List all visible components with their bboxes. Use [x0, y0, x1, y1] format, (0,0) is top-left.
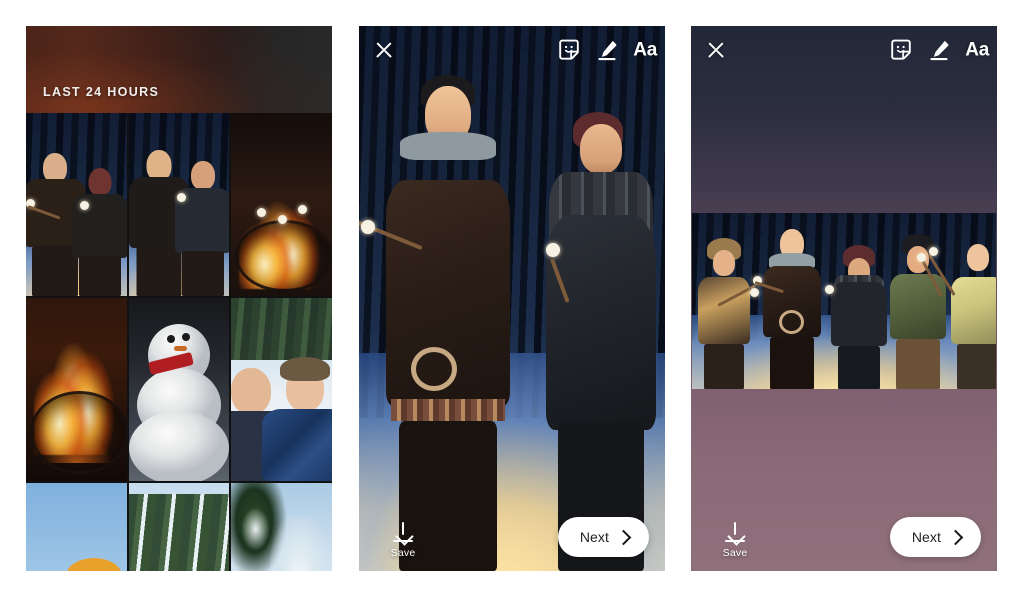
dark-overlay: [231, 113, 332, 190]
page-title: LAST 24 HOURS: [43, 85, 160, 99]
gallery-thumb-6[interactable]: [231, 298, 332, 481]
person-figure: [66, 557, 123, 571]
snowman-eye: [182, 332, 190, 341]
gallery-thumb-9[interactable]: [231, 483, 332, 571]
treeline: [231, 298, 332, 361]
fire-ring: [30, 390, 127, 474]
download-icon: [724, 522, 746, 546]
snowy-conifers: [128, 493, 230, 571]
save-button[interactable]: Save: [381, 522, 425, 559]
gallery-thumb-4[interactable]: [26, 298, 127, 481]
fur-hat: [279, 356, 330, 381]
snowman-eye: [166, 334, 175, 343]
gallery-grid: [26, 113, 332, 571]
gallery-thumb-2[interactable]: [128, 113, 230, 296]
draw-pen-icon[interactable]: [927, 38, 951, 62]
close-icon[interactable]: [373, 39, 395, 61]
story-layout-panel: Aa Save Next: [691, 26, 997, 571]
plaid-shirt: [390, 398, 505, 421]
save-button[interactable]: Save: [713, 522, 757, 559]
person-figure: [261, 356, 332, 481]
close-icon[interactable]: [705, 39, 727, 61]
draw-pen-icon[interactable]: [595, 38, 619, 62]
snow-cap: [235, 497, 276, 560]
chevron-right-icon: [615, 529, 632, 545]
screenshot-stage: LAST 24 HOURS Aa Save Next Aa Save Next: [0, 0, 1024, 597]
gallery-thumb-5[interactable]: [128, 298, 230, 481]
snow-mass: [269, 515, 332, 571]
gallery-thumb-3[interactable]: [231, 113, 332, 296]
next-label: Next: [579, 529, 609, 545]
layout-actions: Save Next: [691, 497, 997, 571]
editor-toolbar: Aa: [359, 26, 665, 74]
chevron-right-icon: [947, 529, 964, 545]
download-icon: [392, 522, 414, 546]
snowman-nose: [173, 345, 187, 351]
mug: [778, 309, 804, 334]
person-figure: [175, 160, 230, 296]
layout-photo-strip[interactable]: [692, 213, 996, 389]
photo-sky-selfie: [26, 483, 127, 571]
editor-actions: Save Next: [359, 497, 665, 571]
person-figure: [692, 237, 759, 389]
gallery-thumb-7[interactable]: [26, 483, 127, 571]
snowman-base: [128, 411, 229, 481]
gallery-header: LAST 24 HOURS: [26, 26, 332, 113]
save-label: Save: [722, 547, 748, 559]
text-tool-icon[interactable]: Aa: [965, 41, 989, 60]
person-figure: [824, 244, 890, 389]
next-button[interactable]: Next: [557, 517, 649, 557]
person-figure-left: [359, 70, 530, 571]
person-figure: [72, 167, 127, 296]
mug: [411, 346, 458, 391]
person-figure: [887, 234, 951, 389]
sticker-icon[interactable]: [889, 38, 913, 62]
next-label: Next: [911, 529, 941, 545]
fire-ring: [235, 220, 332, 293]
yellow-hood: [66, 557, 123, 571]
gallery-thumb-1[interactable]: [26, 113, 127, 296]
text-tool-icon[interactable]: Aa: [633, 41, 657, 60]
person-figure: [928, 238, 996, 389]
collar: [399, 131, 496, 160]
story-editor-panel: Aa Save Next: [359, 26, 665, 571]
sticker-icon[interactable]: [557, 38, 581, 62]
story-gallery-panel: LAST 24 HOURS: [26, 26, 332, 571]
layout-toolbar: Aa: [691, 26, 997, 74]
next-button[interactable]: Next: [889, 517, 981, 557]
person-figure: [752, 227, 826, 389]
save-label: Save: [390, 547, 416, 559]
person-figure: [26, 153, 87, 296]
gallery-thumb-8[interactable]: [128, 483, 230, 571]
